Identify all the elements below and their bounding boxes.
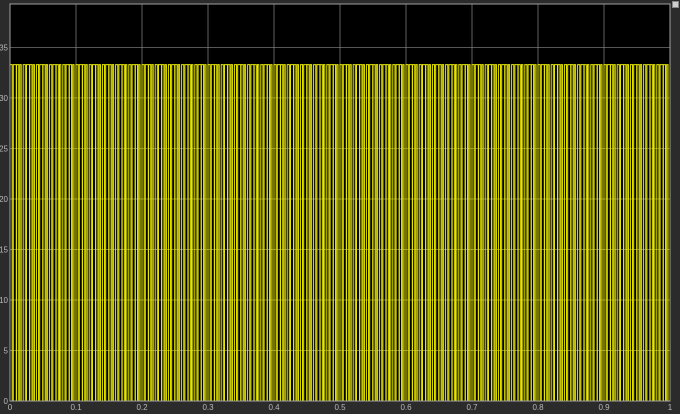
y-tick-label: 30	[0, 94, 9, 103]
x-tick-label: 0.4	[268, 403, 280, 412]
x-tick-label: 0.7	[466, 403, 478, 412]
y-tick-label: 25	[0, 144, 9, 153]
x-tick-label: 0	[8, 403, 13, 412]
x-tick-label: 0.8	[532, 403, 544, 412]
x-tick-label: 0.5	[334, 403, 346, 412]
scope-chart: 0 0.1 0.2 0.3 0.4 0.5 0.6 0.7 0.8 0.9 105101520253…	[0, 3, 673, 412]
x-tick-label: 0.2	[136, 403, 148, 412]
axes-menu-button[interactable]	[672, 1, 679, 8]
y-tick-label: 15	[0, 245, 9, 254]
y-tick-label: 35	[0, 43, 9, 52]
y-tick-label: 0	[4, 397, 9, 406]
pwm-signal	[9, 64, 670, 402]
x-tick-label: 1	[668, 403, 673, 412]
y-tick-label: 5	[4, 346, 9, 355]
x-tick-label: 0.9	[598, 403, 610, 412]
x-tick-label: 0.6	[400, 403, 412, 412]
y-tick-label: 20	[0, 195, 9, 204]
y-tick-label: 10	[0, 296, 9, 305]
pwm-series-line	[9, 64, 670, 402]
x-tick-label: 0.1	[70, 403, 82, 412]
x-tick-label: 0.3	[202, 403, 214, 412]
